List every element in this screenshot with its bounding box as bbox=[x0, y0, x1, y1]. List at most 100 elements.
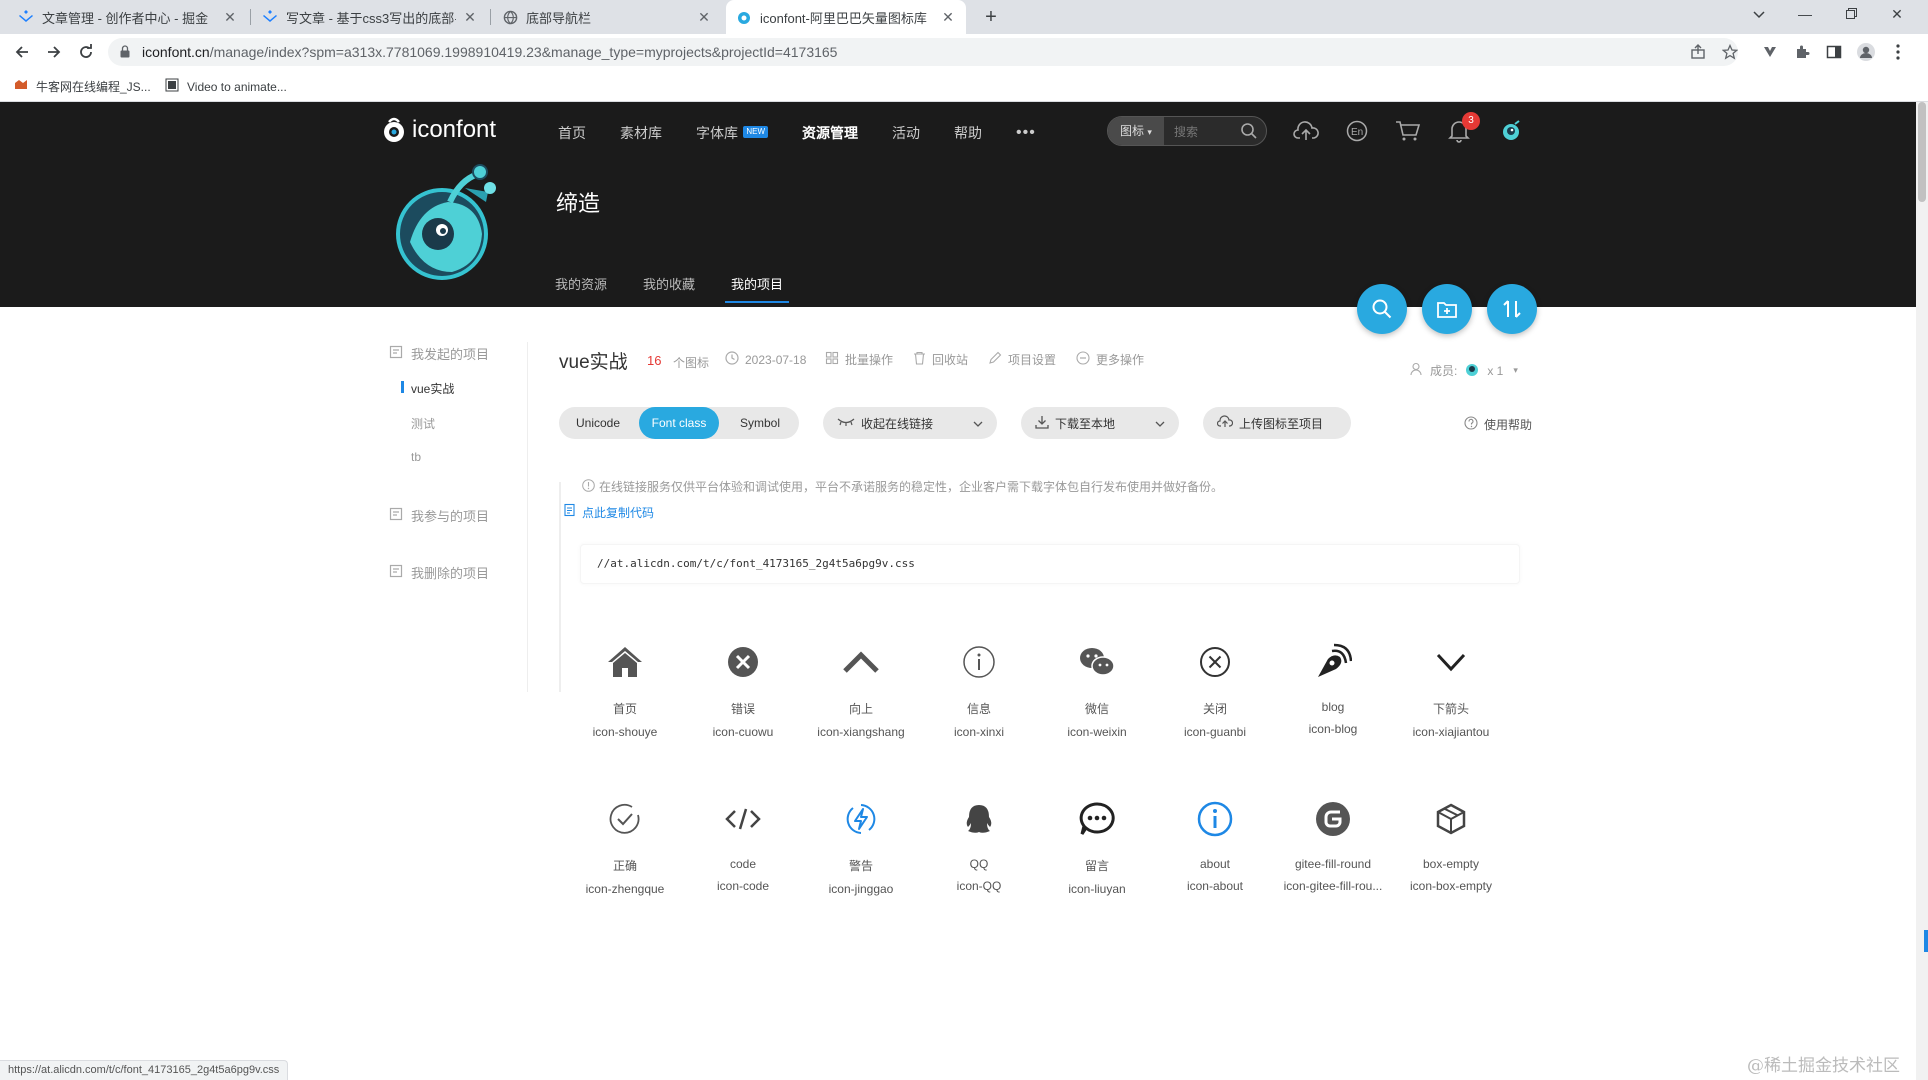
icon-card[interactable]: gitee-fill-round icon-gitee-fill-rou... bbox=[1274, 799, 1392, 893]
nav-home[interactable]: 首页 bbox=[558, 122, 586, 144]
nav-activity[interactable]: 活动 bbox=[892, 122, 920, 144]
close-window-button[interactable]: ✕ bbox=[1874, 0, 1920, 30]
icon-card[interactable]: 首页 icon-shouye bbox=[566, 642, 684, 739]
usage-help-link[interactable]: 使用帮助 bbox=[1464, 416, 1532, 433]
restore-button[interactable] bbox=[1828, 0, 1874, 30]
scrollbar-thumb[interactable] bbox=[1918, 102, 1926, 202]
upload-to-project-button[interactable]: 上传图标至项目 bbox=[1203, 407, 1351, 439]
icon-card[interactable]: code icon-code bbox=[684, 799, 802, 893]
copy-code-link[interactable]: 点此复制代码 bbox=[582, 504, 654, 521]
profile-avatar[interactable] bbox=[390, 162, 500, 287]
icon-card[interactable]: 留言 icon-liuyan bbox=[1038, 799, 1156, 896]
search-icon[interactable] bbox=[1240, 122, 1258, 145]
reload-icon[interactable] bbox=[74, 40, 98, 64]
new-tab-button[interactable]: + bbox=[978, 4, 1004, 30]
sidebar-project-tb[interactable]: tb bbox=[411, 450, 421, 464]
bookmark-item[interactable]: 牛客网在线编程_JS... bbox=[14, 78, 151, 95]
tab-title: 底部导航栏 bbox=[526, 10, 592, 26]
nav-more[interactable]: ••• bbox=[1016, 122, 1036, 144]
page-content: iconfont 首页 素材库 字体库 NEW 资源管理 活动 帮助 ••• 图标… bbox=[0, 102, 1916, 1080]
icon-card[interactable]: blog icon-blog bbox=[1274, 642, 1392, 736]
tab-my-favorites[interactable]: 我的收藏 bbox=[643, 274, 695, 303]
icon-card[interactable]: about icon-about bbox=[1156, 799, 1274, 893]
sidebar-group-joined[interactable]: 我参与的项目 bbox=[389, 506, 489, 525]
icon-card[interactable]: box-empty icon-box-empty bbox=[1392, 799, 1510, 893]
browser-tab-active[interactable]: iconfont-阿里巴巴矢量图标库 ✕ bbox=[726, 0, 966, 34]
icon-card[interactable]: 错误 icon-cuowu bbox=[684, 642, 802, 739]
icon-card[interactable]: 向上 icon-xiangshang bbox=[802, 642, 920, 739]
side-panel-icon[interactable] bbox=[1822, 40, 1846, 64]
cart-icon[interactable] bbox=[1393, 116, 1423, 146]
icon-class: icon-xiangshang bbox=[817, 725, 905, 739]
browser-tab[interactable]: 文章管理 - 创作者中心 - 掘金 ✕ bbox=[8, 0, 248, 34]
extension-v-icon[interactable] bbox=[1758, 40, 1782, 64]
mode-unicode[interactable]: Unicode bbox=[559, 407, 637, 439]
close-tab-icon[interactable]: ✕ bbox=[696, 9, 712, 26]
browser-tab[interactable]: 写文章 - 基于css3写出的底部导航 ✕ bbox=[252, 0, 488, 34]
profile-icon[interactable] bbox=[1854, 40, 1878, 64]
watermark: @稀土掘金技术社区 bbox=[1747, 1056, 1900, 1076]
video-bookmark-icon bbox=[165, 78, 179, 95]
icon-card[interactable]: 警告 icon-jinggao bbox=[802, 799, 920, 896]
close-tab-icon[interactable]: ✕ bbox=[222, 9, 238, 26]
nav-materials[interactable]: 素材库 bbox=[620, 122, 662, 144]
tab-my-projects[interactable]: 我的项目 bbox=[725, 274, 790, 303]
browser-tab[interactable]: 底部导航栏 ✕ bbox=[492, 0, 722, 34]
recycle-bin-button[interactable]: 回收站 bbox=[913, 351, 968, 368]
bookmark-star-icon[interactable] bbox=[1718, 40, 1742, 64]
icon-card[interactable]: 微信 icon-weixin bbox=[1038, 642, 1156, 739]
members-info[interactable]: 成员: x 1 ▾ bbox=[1410, 360, 1518, 381]
bookmark-item[interactable]: Video to animate... bbox=[165, 78, 287, 95]
sidebar-project-vue[interactable]: vue实战 bbox=[400, 380, 454, 397]
iconfont-logo[interactable]: iconfont bbox=[380, 116, 496, 144]
icon-card[interactable]: 信息 icon-xinxi bbox=[920, 642, 1038, 739]
icon-class: icon-code bbox=[716, 879, 770, 893]
back-icon[interactable] bbox=[10, 40, 34, 64]
menu-dots-icon[interactable] bbox=[1886, 40, 1910, 64]
nav-help[interactable]: 帮助 bbox=[954, 122, 982, 144]
info-circle-icon bbox=[920, 642, 1038, 682]
more-operations-label: 更多操作 bbox=[1096, 353, 1145, 367]
nav-resource-manage[interactable]: 资源管理 bbox=[802, 122, 858, 144]
toggle-online-link-button[interactable]: 收起在线链接 bbox=[823, 407, 997, 439]
minimize-button[interactable]: — bbox=[1782, 0, 1828, 30]
search-input[interactable]: 搜索 bbox=[1174, 123, 1198, 140]
language-en-icon[interactable]: En bbox=[1342, 116, 1372, 146]
extensions-puzzle-icon[interactable] bbox=[1790, 40, 1814, 64]
sidebar-group-deleted[interactable]: 我删除的项目 bbox=[389, 563, 489, 582]
mode-font-class[interactable]: Font class bbox=[639, 407, 719, 439]
add-folder-fab-button[interactable] bbox=[1422, 284, 1472, 334]
icon-card[interactable]: QQ icon-QQ bbox=[920, 799, 1038, 893]
search-fab-button[interactable] bbox=[1357, 284, 1407, 334]
tab-search-icon[interactable] bbox=[1736, 0, 1782, 30]
scroll-marker bbox=[1924, 930, 1928, 952]
sidebar-group-created[interactable]: 我发起的项目 bbox=[389, 344, 489, 363]
forward-icon[interactable] bbox=[42, 40, 66, 64]
share-icon[interactable] bbox=[1686, 40, 1710, 64]
search-type-select[interactable]: 图标 ▾ bbox=[1108, 117, 1164, 145]
upload-cloud-icon[interactable] bbox=[1291, 116, 1321, 146]
close-tab-icon[interactable]: ✕ bbox=[940, 9, 956, 26]
sidebar-project-test[interactable]: 测试 bbox=[411, 415, 435, 432]
address-bar[interactable]: iconfont.cn/manage/index?spm=a313x.77810… bbox=[108, 38, 1738, 66]
user-avatar[interactable] bbox=[1496, 116, 1526, 146]
batch-operation-button[interactable]: 批量操作 bbox=[825, 351, 893, 368]
icon-card[interactable]: 关闭 icon-guanbi bbox=[1156, 642, 1274, 739]
css-link-code[interactable]: //at.alicdn.com/t/c/font_4173165_2g4t5a6… bbox=[580, 544, 1520, 584]
page-scrollbar[interactable] bbox=[1916, 102, 1928, 1080]
blog-icon bbox=[1274, 642, 1392, 682]
close-tab-icon[interactable]: ✕ bbox=[462, 9, 478, 26]
sort-fab-button[interactable] bbox=[1487, 284, 1537, 334]
project-settings-button[interactable]: 项目设置 bbox=[988, 351, 1056, 368]
new-badge: NEW bbox=[743, 126, 768, 138]
tab-my-resources[interactable]: 我的资源 bbox=[555, 274, 607, 303]
more-operations-button[interactable]: 更多操作 bbox=[1076, 351, 1144, 368]
icon-card[interactable]: 正确 icon-zhengque bbox=[566, 799, 684, 896]
mode-symbol[interactable]: Symbol bbox=[721, 407, 799, 439]
member-icon bbox=[1410, 362, 1424, 379]
download-local-button[interactable]: 下载至本地 bbox=[1021, 407, 1179, 439]
icon-card[interactable]: 下箭头 icon-xiajiantou bbox=[1392, 642, 1510, 739]
sort-arrows-icon bbox=[1503, 300, 1521, 318]
sidebar-group-label: 我参与的项目 bbox=[411, 509, 490, 524]
nav-fonts[interactable]: 字体库 NEW bbox=[696, 122, 768, 144]
